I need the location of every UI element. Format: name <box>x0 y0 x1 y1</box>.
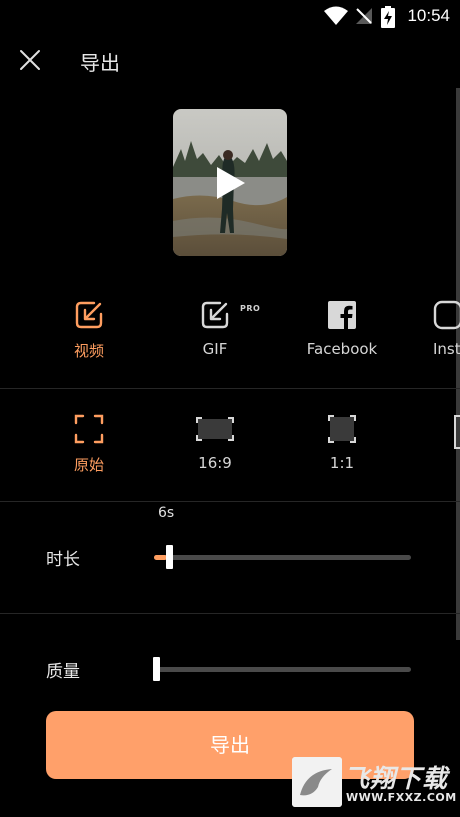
crop-frame-icon <box>74 414 104 444</box>
ratio-square-icon <box>328 415 356 443</box>
format-video-label: 视频 <box>73 342 104 360</box>
divider <box>0 613 460 614</box>
ratio-16-9[interactable]: 16:9 <box>152 414 278 472</box>
play-icon[interactable] <box>213 165 247 201</box>
ratio-1-1[interactable]: 1:1 <box>279 414 405 472</box>
close-icon[interactable] <box>14 44 46 76</box>
quality-label: 质量 <box>46 662 80 682</box>
format-gif-label: GIF <box>202 340 228 358</box>
ratio-more[interactable] <box>452 414 460 450</box>
ratio-16-9-label: 16:9 <box>198 454 232 472</box>
ratio-original[interactable]: 原始 <box>26 414 152 475</box>
watermark-logo-icon <box>292 757 342 807</box>
ratio-original-label: 原始 <box>73 456 104 474</box>
wifi-icon <box>324 6 348 25</box>
format-facebook-label: Facebook <box>306 340 378 358</box>
status-time: 10:54 <box>407 6 450 25</box>
format-gif[interactable]: PRO GIF <box>152 300 278 358</box>
export-arrow-icon <box>201 301 229 329</box>
video-preview[interactable] <box>173 109 287 256</box>
facebook-icon <box>328 301 356 329</box>
quality-slider[interactable] <box>153 657 411 681</box>
ratio-1-1-label: 1:1 <box>329 454 355 472</box>
duration-label: 时长 <box>46 550 80 570</box>
scrollbar[interactable] <box>456 88 460 640</box>
watermark-url: WWW.FXXZ.COM <box>346 791 457 804</box>
watermark-title: 飞翔下载 <box>344 764 449 793</box>
watermark: 飞翔下载 WWW.FXXZ.COM <box>292 757 456 807</box>
format-instagram-label: Inst <box>433 340 460 358</box>
duration-slider[interactable] <box>154 545 411 569</box>
status-bar: 10:54 <box>0 0 460 32</box>
page-title: 导出 <box>80 51 120 75</box>
duration-value: 6s <box>158 505 175 521</box>
format-video[interactable]: 视频 <box>26 300 152 361</box>
export-arrow-icon <box>75 301 103 329</box>
battery-charging-icon <box>381 6 395 28</box>
quality-thumb[interactable] <box>153 657 160 681</box>
ratio-more-icon <box>454 415 460 449</box>
format-instagram[interactable]: Inst <box>405 300 460 358</box>
no-signal-icon <box>356 8 372 24</box>
divider <box>0 501 460 502</box>
format-facebook[interactable]: Facebook <box>279 300 405 358</box>
duration-thumb[interactable] <box>166 545 173 569</box>
instagram-icon <box>433 300 460 330</box>
top-bar: 导出 <box>0 32 460 88</box>
divider <box>0 388 460 389</box>
ratio-16-9-icon <box>196 417 234 441</box>
pro-badge: PRO <box>240 304 261 313</box>
